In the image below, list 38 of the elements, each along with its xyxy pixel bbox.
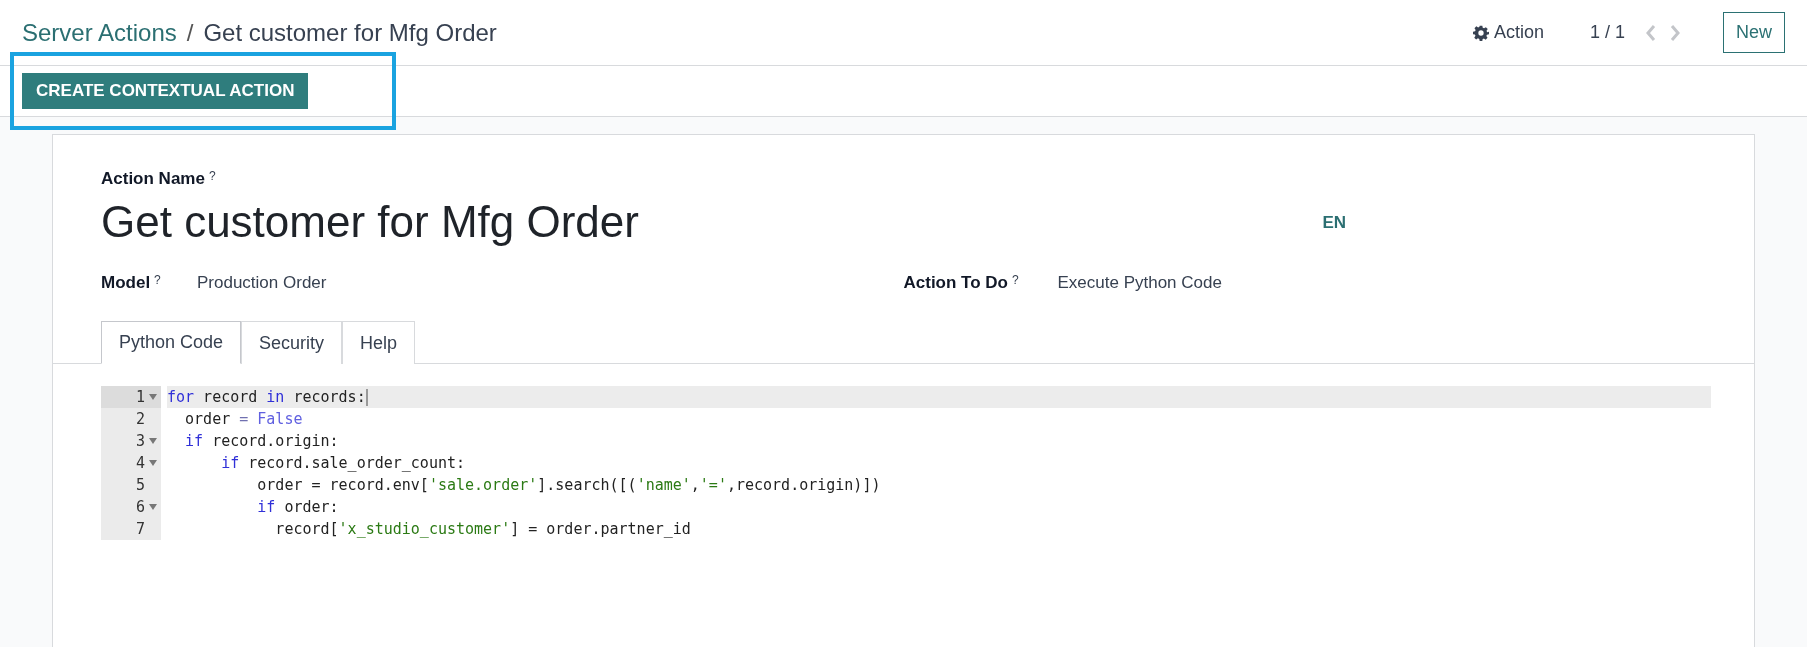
create-contextual-action-button[interactable]: CREATE CONTEXTUAL ACTION	[22, 73, 309, 109]
action-name-field[interactable]: Get customer for Mfg Order	[101, 197, 639, 247]
fold-icon[interactable]	[149, 460, 157, 466]
breadcrumb-link[interactable]: Server Actions	[22, 18, 177, 47]
pager-value: 1 / 1	[1589, 22, 1625, 43]
fold-icon[interactable]	[149, 504, 157, 510]
code-line: if record.origin:	[184, 431, 340, 452]
action-menu-button[interactable]: Action	[1466, 21, 1550, 44]
code-line: order = record.env['sale.order'].search([('name','=',record.origin)])	[256, 475, 882, 496]
code-line: order = False	[184, 409, 304, 430]
code-line: if order:	[256, 497, 340, 518]
tab[interactable]: Help	[342, 321, 416, 364]
field-label: Action Name	[101, 169, 205, 189]
line-number: 3	[135, 432, 145, 450]
tab[interactable]: Python Code	[101, 321, 242, 364]
line-number: 4	[135, 454, 145, 472]
help-mark[interactable]: ?	[208, 169, 216, 183]
gear-icon	[1472, 24, 1489, 41]
field-value[interactable]: Production Order	[197, 273, 327, 293]
line-number: 6	[135, 498, 145, 516]
new-button[interactable]: New	[1723, 12, 1785, 53]
field-value[interactable]: Execute Python Code	[1057, 273, 1222, 293]
tab[interactable]: Security	[241, 321, 343, 364]
code-line: if record.sale_order_count:	[220, 453, 467, 474]
breadcrumb-current: Get customer for Mfg Order	[203, 18, 497, 47]
code-line: record['x_studio_customer'] = order.partner_id	[274, 519, 692, 540]
breadcrumb-separator: /	[186, 18, 194, 47]
field-label: Model	[101, 273, 151, 293]
language-button[interactable]: EN	[1322, 213, 1346, 247]
line-number: 7	[135, 520, 145, 538]
line-number: 1	[135, 388, 145, 406]
fold-icon[interactable]	[149, 394, 157, 400]
line-number: 5	[135, 476, 145, 494]
fold-icon[interactable]	[149, 438, 157, 444]
help-mark[interactable]: ?	[154, 273, 161, 287]
help-mark[interactable]: ?	[1012, 273, 1019, 287]
field-label: Action To Do	[903, 273, 1008, 293]
line-number: 2	[135, 410, 145, 428]
